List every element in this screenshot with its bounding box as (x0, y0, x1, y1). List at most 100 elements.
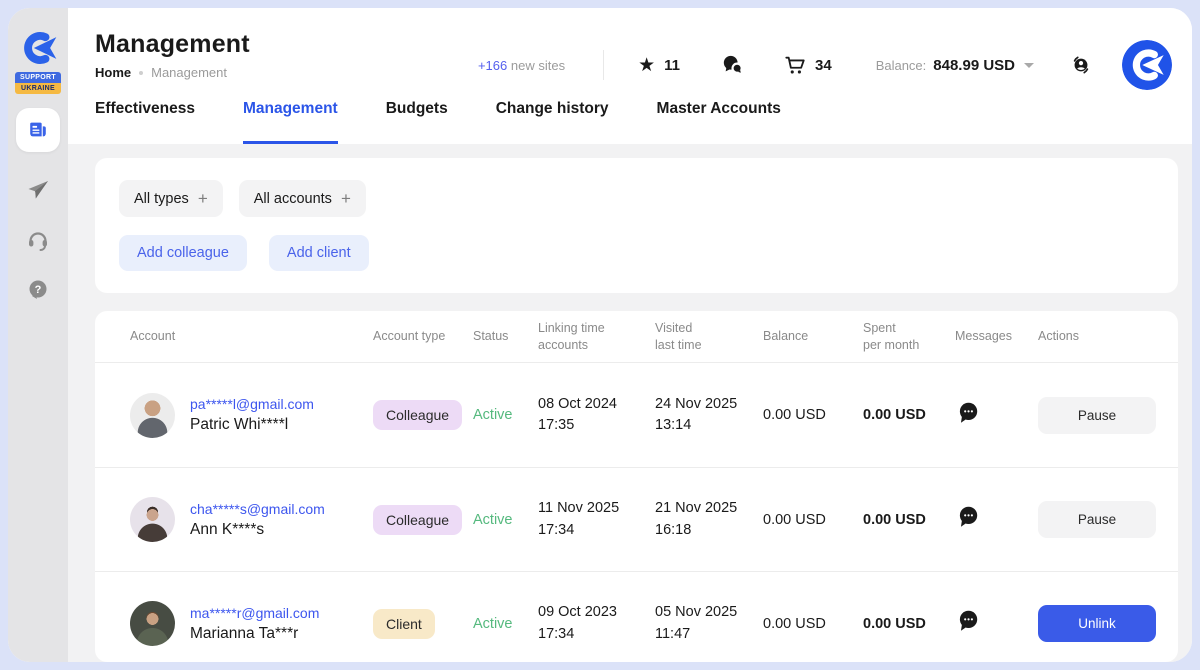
visited-hour: 11:47 (655, 626, 690, 642)
linking-hour: 17:34 (538, 626, 574, 642)
visited-date: 24 Nov 2025 (655, 396, 737, 412)
spent-cell: 0.00 USD (863, 512, 955, 528)
breadcrumb-current: Management (151, 65, 227, 80)
col-linking-l2: accounts (538, 338, 588, 352)
tab-master-accounts[interactable]: Master Accounts (657, 100, 781, 144)
balance-dropdown[interactable]: Balance: 848.99 USD (876, 57, 1034, 74)
linking-date: 08 Oct 2024 (538, 396, 617, 412)
linking-time: 09 Oct 2023 17:34 (538, 602, 655, 644)
linking-date: 11 Nov 2025 (538, 500, 619, 516)
balance-cell: 0.00 USD (763, 407, 863, 423)
accounts-table: Account Account type Status Linking time… (95, 311, 1178, 662)
breadcrumb-home[interactable]: Home (95, 65, 131, 80)
account-type-badge: Colleague (373, 505, 462, 535)
cart-stat[interactable]: 34 (784, 54, 832, 76)
filter-all-types[interactable]: All types + (119, 180, 223, 217)
plus-icon: + (341, 190, 351, 207)
table-row: ma*****r@gmail.com Marianna Ta***r Clien… (95, 571, 1178, 662)
tab-management[interactable]: Management (243, 100, 338, 144)
sidebar-nav: ? (16, 108, 60, 302)
status-label: Active (473, 407, 538, 423)
col-visited: Visited last time (655, 320, 763, 354)
breadcrumb: Home Management (95, 65, 250, 80)
sidebar-item-news[interactable] (16, 108, 60, 152)
account-email[interactable]: cha*****s@gmail.com (190, 501, 325, 517)
favorites-count: 11 (664, 57, 680, 74)
app-window: SUPPORT UKRAINE (8, 8, 1192, 662)
linking-time: 08 Oct 2024 17:35 (538, 394, 655, 436)
star-icon: ★ (638, 56, 655, 75)
profile-avatar[interactable] (1122, 40, 1172, 90)
linking-date: 09 Oct 2023 (538, 604, 617, 620)
filter-all-accounts-label: All accounts (254, 191, 332, 207)
col-spent: Spent per month (863, 320, 955, 354)
table-header-row: Account Account type Status Linking time… (95, 311, 1178, 363)
visited-date: 21 Nov 2025 (655, 500, 737, 516)
new-sites-link[interactable]: +166 new sites (478, 58, 565, 73)
content-area: All types + All accounts + Add colleague… (68, 144, 1192, 662)
status-label: Active (473, 512, 538, 528)
support-ukraine-badge: SUPPORT UKRAINE (15, 72, 61, 94)
tab-change-history[interactable]: Change history (496, 100, 609, 144)
col-spent-l2: per month (863, 338, 919, 352)
pause-button[interactable]: Pause (1038, 397, 1156, 434)
col-visited-l2: last time (655, 338, 702, 352)
breadcrumb-separator (139, 71, 143, 75)
visited-time: 05 Nov 2025 11:47 (655, 602, 763, 644)
filters-card: All types + All accounts + Add colleague… (95, 158, 1178, 293)
chat-bubbles-icon[interactable] (722, 54, 744, 76)
col-visited-l1: Visited (655, 321, 692, 335)
new-sites-label: new sites (511, 58, 565, 73)
help-icon[interactable]: ? (26, 278, 50, 302)
title-block: Management Home Management (95, 30, 250, 80)
cart-count: 34 (815, 57, 832, 74)
account-name: Ann K****s (190, 521, 325, 539)
balance-cell: 0.00 USD (763, 512, 863, 528)
switch-account-icon[interactable] (1070, 54, 1092, 76)
cart-icon (784, 54, 806, 76)
account-type-badge: Client (373, 609, 435, 639)
message-bubble-icon[interactable] (955, 400, 981, 426)
filter-all-accounts[interactable]: All accounts + (239, 180, 366, 217)
col-linking-time: Linking time accounts (538, 320, 655, 354)
support-headset-icon[interactable] (26, 228, 50, 252)
account-email[interactable]: pa*****l@gmail.com (190, 396, 314, 412)
new-sites-count: +166 (478, 58, 507, 73)
clickadu-logo-icon[interactable] (17, 28, 59, 68)
svg-text:?: ? (35, 284, 42, 296)
account-name: Marianna Ta***r (190, 625, 319, 643)
pause-button[interactable]: Pause (1038, 501, 1156, 538)
col-actions: Actions (1038, 328, 1168, 345)
support-ukraine-line1: SUPPORT (15, 72, 61, 83)
visited-date: 05 Nov 2025 (655, 604, 737, 620)
account-email[interactable]: ma*****r@gmail.com (190, 605, 319, 621)
avatar (130, 393, 175, 438)
visited-hour: 13:14 (655, 417, 691, 433)
col-balance: Balance (763, 328, 863, 345)
add-colleague-button[interactable]: Add colleague (119, 235, 247, 271)
col-linking-l1: Linking time (538, 321, 605, 335)
balance-label: Balance: (876, 58, 927, 73)
linking-hour: 17:35 (538, 417, 574, 433)
table-row: cha*****s@gmail.com Ann K****s Colleague… (95, 467, 1178, 571)
col-account-type: Account type (373, 328, 473, 345)
add-client-button[interactable]: Add client (269, 235, 369, 271)
favorites-stat[interactable]: ★ 11 (638, 56, 680, 75)
table-row: pa*****l@gmail.com Patric Whi****l Colle… (95, 363, 1178, 467)
balance-cell: 0.00 USD (763, 616, 863, 632)
sidebar: SUPPORT UKRAINE (8, 8, 68, 662)
visited-time: 24 Nov 2025 13:14 (655, 394, 763, 436)
spent-cell: 0.00 USD (863, 616, 955, 632)
message-bubble-icon[interactable] (955, 504, 981, 530)
avatar (130, 601, 175, 646)
tab-budgets[interactable]: Budgets (386, 100, 448, 144)
filter-all-types-label: All types (134, 191, 189, 207)
col-status: Status (473, 328, 538, 345)
telegram-icon[interactable] (26, 178, 50, 202)
message-bubble-icon[interactable] (955, 608, 981, 634)
unlink-button[interactable]: Unlink (1038, 605, 1156, 642)
support-ukraine-line2: UKRAINE (15, 83, 61, 94)
col-account: Account (130, 328, 373, 345)
status-label: Active (473, 616, 538, 632)
tab-effectiveness[interactable]: Effectiveness (95, 100, 195, 144)
